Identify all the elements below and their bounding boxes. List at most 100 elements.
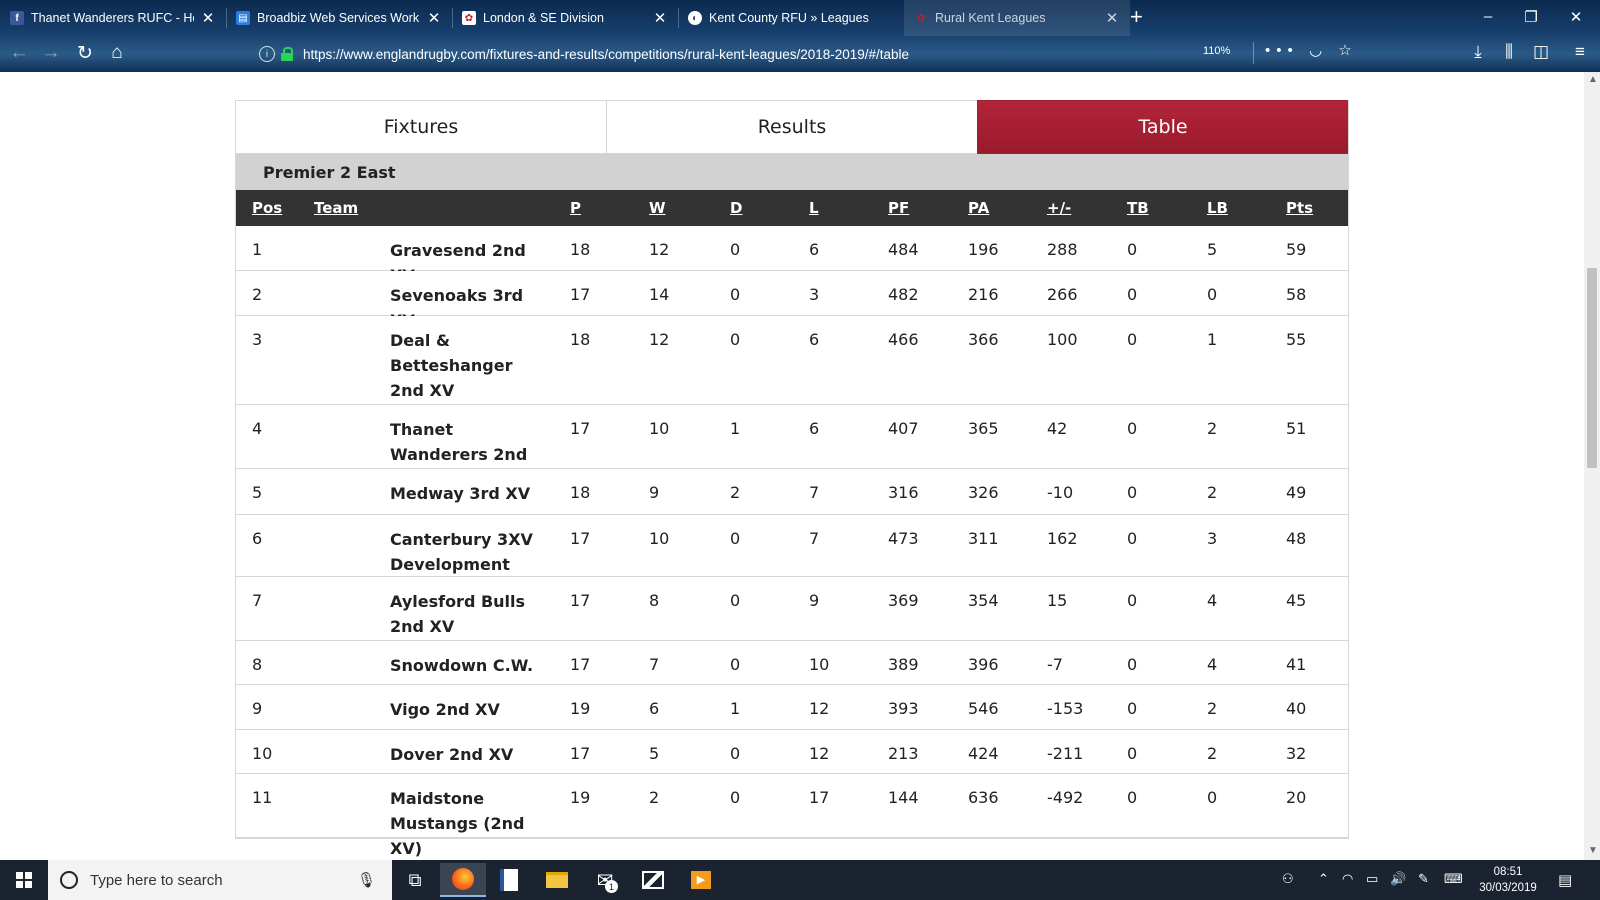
- taskbar-search[interactable]: Type here to search 🎙: [48, 860, 392, 900]
- show-hidden-icons-icon[interactable]: ⌃: [1318, 871, 1329, 887]
- table-row[interactable]: 3 Deal & Betteshanger 2nd XV 18 12 0 6 4…: [236, 316, 1348, 405]
- pen-icon[interactable]: ✎: [1418, 871, 1429, 887]
- restore-icon[interactable]: ❐: [1521, 8, 1541, 26]
- back-icon[interactable]: ←: [6, 42, 32, 64]
- forward-icon[interactable]: →: [38, 42, 64, 64]
- table-row[interactable]: 2 Sevenoaks 3rd XV 17 14 0 3 482 216 266…: [236, 271, 1348, 330]
- scroll-up-icon[interactable]: ▲: [1588, 74, 1598, 85]
- column-header-pos[interactable]: Pos: [252, 199, 282, 217]
- home-icon[interactable]: ⌂: [104, 42, 130, 64]
- cell-team[interactable]: Canterbury 3XV Development: [390, 527, 550, 577]
- tab-results[interactable]: Results: [606, 100, 977, 154]
- library-icon[interactable]: ⫼: [1497, 42, 1521, 62]
- scrollbar-thumb[interactable]: [1587, 268, 1597, 468]
- keyboard-icon[interactable]: ⌨: [1444, 871, 1463, 887]
- pocket-icon[interactable]: ◡: [1309, 42, 1328, 59]
- browser-tab-2[interactable]: ▤ Broadbiz Web Services Work M ✕: [226, 0, 452, 36]
- column-header-team[interactable]: Team: [314, 199, 358, 217]
- more-icon[interactable]: •••: [1265, 42, 1299, 59]
- bookmark-star-icon[interactable]: ☆: [1338, 42, 1357, 59]
- sidebar-icon[interactable]: ◫: [1529, 42, 1553, 62]
- battery-icon[interactable]: ▭: [1366, 871, 1378, 887]
- url-bar[interactable]: i https://www.englandrugby.com/fixtures-…: [255, 42, 1330, 66]
- page-actions-menu[interactable]: ••• ◡ ☆: [1265, 41, 1358, 59]
- url-text[interactable]: https://www.englandrugby.com/fixtures-an…: [303, 47, 909, 62]
- column-header-pf[interactable]: PF: [888, 199, 909, 217]
- system-clock[interactable]: 08:51 30/03/2019: [1468, 864, 1548, 896]
- download-icon[interactable]: ⤓: [1466, 42, 1490, 62]
- scroll-down-icon[interactable]: ▼: [1588, 845, 1598, 856]
- action-center-icon[interactable]: ▤: [1558, 871, 1572, 889]
- cell-pos: 9: [252, 699, 263, 718]
- photos-icon[interactable]: [630, 863, 676, 897]
- table-row[interactable]: 7 Aylesford Bulls 2nd XV 17 8 0 9 369 35…: [236, 577, 1348, 641]
- cell-team[interactable]: Maidstone Mustangs (2nd XV): [390, 786, 550, 860]
- browser-tab-5-active[interactable]: ✿ Rural Kent Leagues ✕: [904, 0, 1130, 36]
- close-tab-icon[interactable]: ✕: [200, 9, 216, 27]
- column-header-p[interactable]: P: [570, 199, 581, 217]
- cell-l: 6: [809, 240, 820, 259]
- reload-icon[interactable]: ↻: [72, 42, 98, 65]
- browser-tab-3[interactable]: ✿ London & SE Division ✕: [452, 0, 678, 36]
- table-row[interactable]: 1 Gravesend 2nd XV 18 12 0 6 484 196 288…: [236, 226, 1348, 285]
- browser-tab-4[interactable]: ◐ Kent County RFU » Leagues: [678, 0, 904, 36]
- column-header-lb[interactable]: LB: [1207, 199, 1228, 217]
- start-button[interactable]: [0, 860, 48, 900]
- cell-pf: 389: [888, 655, 919, 674]
- cell-team[interactable]: Snowdown C.W.: [390, 653, 540, 678]
- cell-team[interactable]: Medway 3rd XV: [390, 481, 540, 506]
- task-view-icon[interactable]: ⧉: [392, 863, 438, 897]
- hamburger-menu-icon[interactable]: ≡: [1568, 42, 1592, 62]
- cell-w: 5: [649, 744, 660, 763]
- cell-team[interactable]: Vigo 2nd XV: [390, 697, 540, 722]
- cell-team[interactable]: Dover 2nd XV: [390, 742, 540, 767]
- word-icon[interactable]: [486, 863, 532, 897]
- tab-fixtures[interactable]: Fixtures: [236, 100, 606, 154]
- close-tab-icon[interactable]: ✕: [652, 9, 668, 27]
- close-tab-icon[interactable]: ✕: [1104, 9, 1120, 27]
- column-header-pa[interactable]: PA: [968, 199, 989, 217]
- zoom-level[interactable]: 110%: [1203, 45, 1230, 57]
- tab-table[interactable]: Table: [977, 100, 1348, 154]
- column-header-w[interactable]: W: [649, 199, 666, 217]
- firefox-icon[interactable]: [440, 863, 486, 897]
- people-icon[interactable]: ⚇: [1282, 871, 1294, 887]
- volume-icon[interactable]: 🔊: [1390, 871, 1406, 887]
- microphone-icon[interactable]: 🎙: [357, 871, 376, 889]
- table-row[interactable]: 11 Maidstone Mustangs (2nd XV) 19 2 0 17…: [236, 774, 1348, 858]
- table-row[interactable]: 8 Snowdown C.W. 17 7 0 10 389 396 -7 0 4…: [236, 641, 1348, 685]
- table-row[interactable]: 5 Medway 3rd XV 18 9 2 7 316 326 -10 0 2…: [236, 469, 1348, 515]
- new-tab-button[interactable]: +: [1130, 4, 1143, 30]
- cell-diff: 266: [1047, 285, 1078, 304]
- media-player-icon[interactable]: ▶: [678, 863, 724, 897]
- file-explorer-icon[interactable]: [534, 863, 580, 897]
- info-icon[interactable]: i: [259, 46, 275, 62]
- browser-tab-1[interactable]: f Thanet Wanderers RUFC - Hom ✕: [0, 0, 226, 36]
- clock-date: 30/03/2019: [1479, 882, 1537, 894]
- close-window-icon[interactable]: ✕: [1566, 8, 1586, 26]
- close-tab-icon[interactable]: ✕: [426, 9, 442, 27]
- cell-pts: 51: [1286, 419, 1307, 438]
- column-header-pts[interactable]: Pts: [1286, 199, 1313, 217]
- minimize-icon[interactable]: –: [1478, 8, 1498, 25]
- column-header-tb[interactable]: TB: [1127, 199, 1149, 217]
- wifi-icon[interactable]: ◠: [1342, 871, 1353, 887]
- table-row[interactable]: 4 Thanet Wanderers 2nd XV 17 10 1 6 407 …: [236, 405, 1348, 489]
- table-row[interactable]: 10 Dover 2nd XV 17 5 0 12 213 424 -211 0…: [236, 730, 1348, 774]
- cell-team[interactable]: Deal & Betteshanger 2nd XV: [390, 328, 540, 403]
- mail-icon[interactable]: ✉ 1: [582, 863, 628, 897]
- column-header-d[interactable]: D: [730, 199, 742, 217]
- cell-pa: 366: [968, 330, 999, 349]
- cell-tb: 0: [1127, 330, 1138, 349]
- cell-p: 18: [570, 240, 591, 259]
- table-row[interactable]: 9 Vigo 2nd XV 19 6 1 12 393 546 -153 0 2…: [236, 685, 1348, 730]
- search-placeholder[interactable]: Type here to search: [90, 872, 223, 889]
- column-header-diff[interactable]: +/-: [1047, 199, 1071, 217]
- table-row[interactable]: 6 Canterbury 3XV Development 17 10 0 7 4…: [236, 515, 1348, 577]
- vertical-scrollbar[interactable]: ▲ ▼: [1584, 72, 1600, 860]
- cell-pts: 48: [1286, 529, 1307, 548]
- column-header-l[interactable]: L: [809, 199, 819, 217]
- cell-team[interactable]: Aylesford Bulls 2nd XV: [390, 589, 530, 639]
- cell-pa: 546: [968, 699, 999, 718]
- cell-lb: 2: [1207, 483, 1218, 502]
